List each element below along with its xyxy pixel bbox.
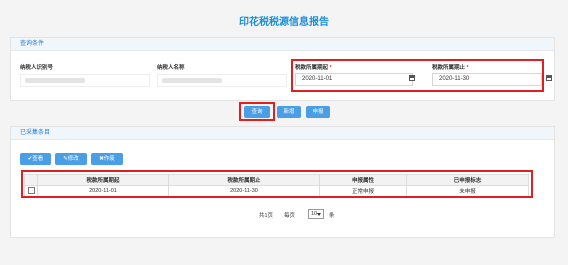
taxpayer-name-field (157, 74, 287, 87)
query-panel: 查询条件 纳税人识别号 纳税人名称 税款所属期起 * 2020-11-01 税款… (10, 37, 555, 101)
taxpayer-id-field (20, 74, 150, 87)
add-button[interactable]: 新增 (277, 106, 301, 118)
view-button[interactable]: ✔查看 (20, 153, 51, 165)
page-title: 印花税税源信息报告 (239, 17, 329, 28)
collected-section-header: 已采集条目 (11, 127, 554, 140)
query-section-header: 查询条件 (11, 38, 554, 51)
calendar-icon[interactable] (546, 75, 552, 81)
query-button[interactable]: 查询 (244, 106, 270, 118)
edit-button[interactable]: ✎修改 (55, 153, 87, 165)
total-pages-text: 共1页 (259, 213, 274, 219)
calendar-icon[interactable] (409, 75, 415, 81)
void-button[interactable]: ✖作废 (91, 153, 123, 165)
per-page-select[interactable]: 10 (308, 209, 324, 219)
taxpayer-name-label: 纳税人名称 (157, 65, 185, 71)
table-highlight-box (21, 170, 533, 198)
declare-button[interactable]: 申报 (306, 106, 330, 118)
period-end-input[interactable]: 2020-11-30 (432, 73, 542, 86)
per-page-unit: 条 (329, 213, 335, 219)
period-start-label: 税款所属期起 * (295, 65, 332, 71)
period-end-label: 税款所属期止 * (432, 65, 469, 71)
collected-panel: 已采集条目 ✔查看 ✎修改 ✖作废 税款所属期起 税款所属期止 申报属性 已申报… (10, 126, 555, 238)
period-start-input[interactable]: 2020-11-01 (295, 73, 413, 86)
per-page-label: 每页 (284, 213, 296, 219)
taxpayer-id-label: 纳税人识别号 (20, 65, 54, 71)
